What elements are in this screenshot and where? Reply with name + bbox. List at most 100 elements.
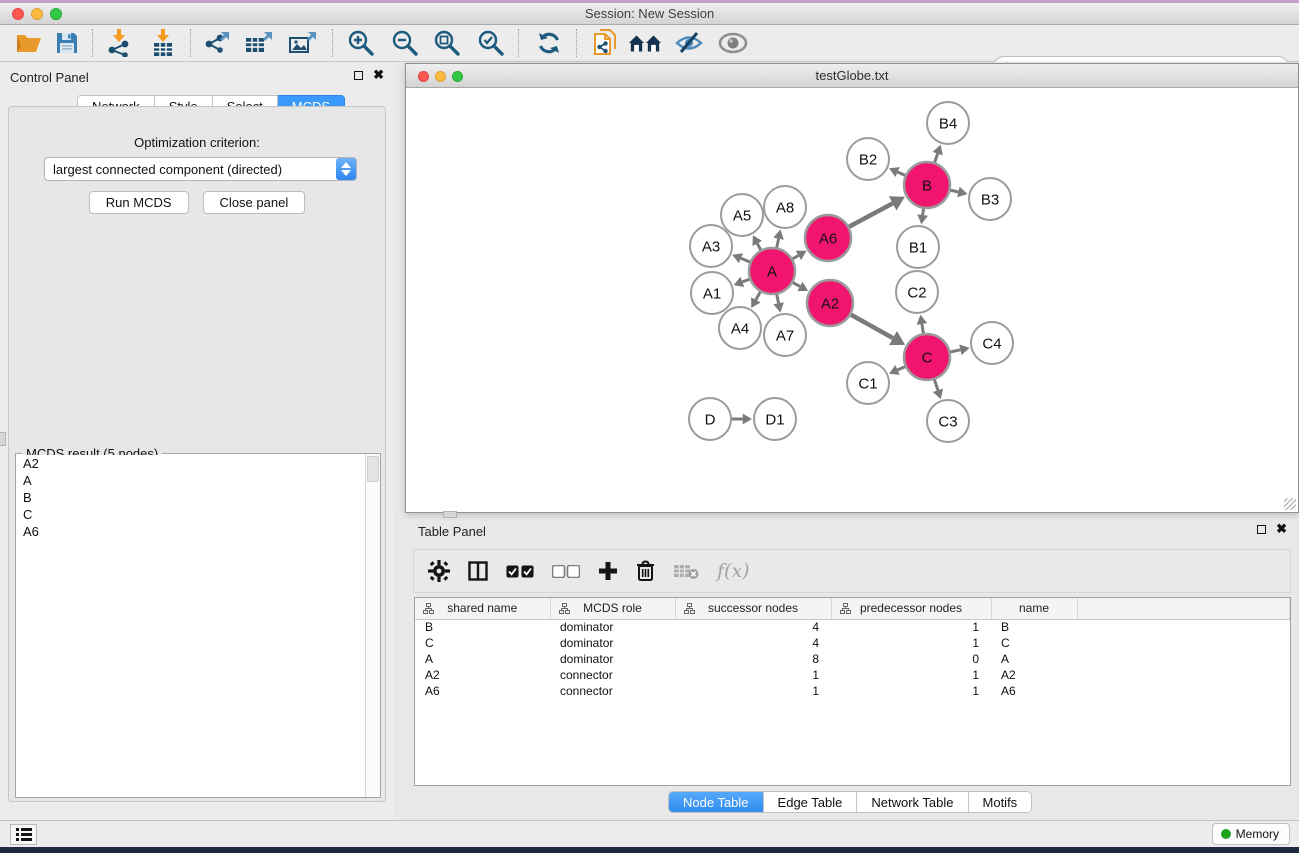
table-row[interactable]: Cdominator41C	[415, 635, 1290, 651]
houses-button[interactable]	[628, 27, 662, 59]
import-table-button[interactable]	[146, 27, 180, 59]
graph-node-A8[interactable]: A8	[764, 186, 806, 228]
table-cell[interactable]: 4	[675, 635, 831, 651]
tab-network-table[interactable]: Network Table	[857, 792, 968, 812]
zoom-in-button[interactable]	[344, 27, 378, 59]
new-network-from-selection-button[interactable]	[588, 27, 622, 59]
table-cell[interactable]: 4	[675, 619, 831, 635]
graph-node-B3[interactable]: B3	[969, 178, 1011, 220]
float-panel-icon[interactable]	[354, 71, 363, 80]
graph-node-D[interactable]: D	[689, 398, 731, 440]
refresh-button[interactable]	[532, 27, 566, 59]
horizontal-divider-gripper[interactable]	[443, 511, 457, 518]
column-header[interactable]: name	[991, 598, 1077, 619]
graph-node-C4[interactable]: C4	[971, 322, 1013, 364]
graph-node-A7[interactable]: A7	[764, 314, 806, 356]
memory-button[interactable]: Memory	[1212, 823, 1290, 845]
network-canvas[interactable]: B4B2BB3A8A5A6B1A3AA1C2A2A4A7C4CC1C3DD1	[406, 88, 1298, 512]
graph-node-A[interactable]: A	[749, 248, 795, 294]
hide-eye-button[interactable]	[672, 27, 706, 59]
zoom-selected-button[interactable]	[474, 27, 508, 59]
column-header[interactable]: successor nodes	[675, 598, 831, 619]
column-header[interactable]: MCDS role	[550, 598, 675, 619]
table-cell[interactable]: dominator	[550, 651, 675, 667]
table-row[interactable]: Bdominator41B	[415, 619, 1290, 635]
table-cell[interactable]: A2	[415, 667, 550, 683]
table-row[interactable]: A6connector11A6	[415, 683, 1290, 699]
mcds-result-item[interactable]: B	[17, 489, 364, 506]
graph-node-B4[interactable]: B4	[927, 102, 969, 144]
table-cell[interactable]: A2	[991, 667, 1077, 683]
export-image-button[interactable]	[286, 27, 320, 59]
table-cell[interactable]: dominator	[550, 635, 675, 651]
table-cell[interactable]: connector	[550, 667, 675, 683]
table-cell[interactable]: connector	[550, 683, 675, 699]
table-cell[interactable]: C	[415, 635, 550, 651]
tab-motifs[interactable]: Motifs	[969, 792, 1032, 812]
table-cell[interactable]: 1	[831, 619, 991, 635]
mcds-result-item[interactable]: A	[17, 472, 364, 489]
result-scrollbar-thumb[interactable]	[367, 456, 379, 482]
table-cell[interactable]: 1	[831, 667, 991, 683]
close-panel-button[interactable]: Close panel	[203, 191, 306, 214]
graph-node-A1[interactable]: A1	[691, 272, 733, 314]
zoom-out-button[interactable]	[388, 27, 422, 59]
mcds-result-item[interactable]: A6	[17, 523, 364, 540]
table-cell[interactable]: 8	[675, 651, 831, 667]
graph-node-A5[interactable]: A5	[721, 194, 763, 236]
function-builder-button[interactable]: f(x)	[717, 560, 750, 582]
add-row-button[interactable]	[598, 561, 618, 581]
graph-node-B1[interactable]: B1	[897, 226, 939, 268]
network-window-titlebar[interactable]: testGlobe.txt	[406, 64, 1298, 88]
graph-node-C2[interactable]: C2	[896, 271, 938, 313]
table-row[interactable]: Adominator80A	[415, 651, 1290, 667]
table-settings-button[interactable]	[428, 560, 450, 582]
graph-node-A2[interactable]: A2	[807, 280, 853, 326]
table-cell[interactable]: B	[991, 619, 1077, 635]
save-session-button[interactable]	[50, 27, 84, 59]
export-table-button[interactable]	[242, 27, 276, 59]
criterion-dropdown[interactable]: largest connected component (directed)	[44, 157, 357, 181]
column-header[interactable]: predecessor nodes	[831, 598, 991, 619]
graph-node-C3[interactable]: C3	[927, 400, 969, 442]
table-cell[interactable]: C	[991, 635, 1077, 651]
table-cell[interactable]: 1	[675, 683, 831, 699]
mcds-result-item[interactable]: A2	[17, 455, 364, 472]
run-mcds-button[interactable]: Run MCDS	[89, 191, 189, 214]
select-all-button[interactable]	[506, 565, 534, 578]
graph-node-A6[interactable]: A6	[805, 215, 851, 261]
table-cell[interactable]: A	[991, 651, 1077, 667]
tab-node-table[interactable]: Node Table	[669, 792, 764, 812]
result-scrollbar[interactable]	[365, 454, 380, 797]
import-network-button[interactable]	[102, 27, 136, 59]
show-column-button[interactable]	[468, 561, 488, 581]
graph-node-D1[interactable]: D1	[754, 398, 796, 440]
tab-edge-table[interactable]: Edge Table	[764, 792, 858, 812]
delete-row-button[interactable]	[636, 560, 655, 582]
zoom-fit-button[interactable]	[430, 27, 464, 59]
graph-node-A3[interactable]: A3	[690, 225, 732, 267]
column-header[interactable]: shared name	[415, 598, 550, 619]
table-cell[interactable]: A6	[415, 683, 550, 699]
export-network-button[interactable]	[200, 27, 234, 59]
table-cell[interactable]: A	[415, 651, 550, 667]
table-cell[interactable]: 0	[831, 651, 991, 667]
table-cell[interactable]: 1	[831, 635, 991, 651]
close-table-panel-icon[interactable]: ✖	[1276, 524, 1287, 534]
graph-node-B[interactable]: B	[904, 162, 950, 208]
graph-node-C1[interactable]: C1	[847, 362, 889, 404]
panel-divider-gripper[interactable]	[0, 432, 6, 446]
table-cell[interactable]: dominator	[550, 619, 675, 635]
task-history-button[interactable]	[10, 824, 37, 845]
mcds-result-item[interactable]: C	[17, 506, 364, 523]
window-resize-grip[interactable]	[1284, 498, 1296, 510]
table-cell[interactable]: 1	[831, 683, 991, 699]
table-cell[interactable]: A6	[991, 683, 1077, 699]
delete-table-button[interactable]	[673, 563, 699, 580]
deselect-all-button[interactable]	[552, 565, 580, 578]
table-cell[interactable]: 1	[675, 667, 831, 683]
close-panel-icon[interactable]: ✖	[373, 70, 384, 80]
table-cell[interactable]: B	[415, 619, 550, 635]
table-row[interactable]: A2connector11A2	[415, 667, 1290, 683]
graph-node-B2[interactable]: B2	[847, 138, 889, 180]
